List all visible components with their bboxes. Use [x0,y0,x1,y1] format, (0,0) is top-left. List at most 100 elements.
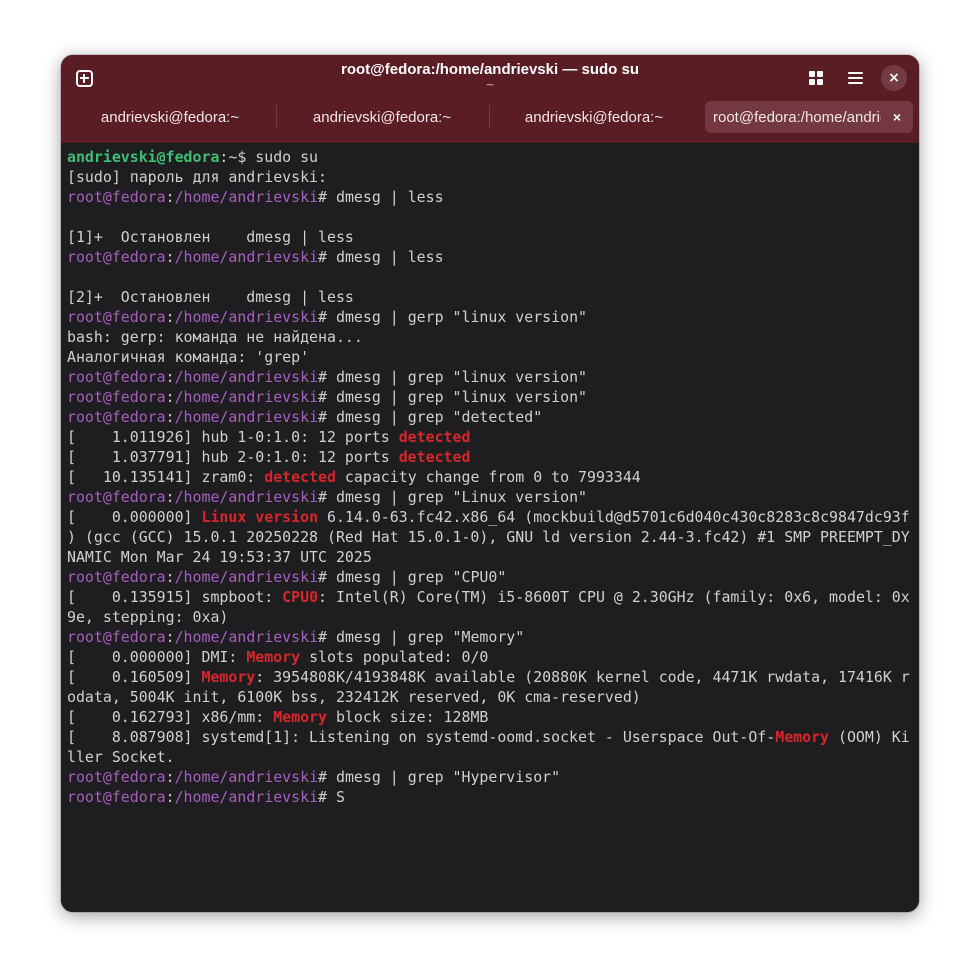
terminal-text-segment: ller Socket. [67,748,175,766]
terminal-text-segment: [ 0.160509] [67,668,202,686]
terminal-text-segment: : [165,568,175,586]
terminal-text-segment: /home/andrievski [174,188,319,206]
tab-andrievski-3[interactable]: andrievski@fedora:~ [491,101,697,133]
terminal-line: [ 0.162793] x86/mm: Memory block size: 1… [67,707,919,727]
terminal-text-segment: root@fedora [67,768,166,786]
terminal-text-segment: /home/andrievski [174,388,319,406]
terminal-text-segment: # dmesg | less [318,248,444,266]
new-tab-button[interactable] [68,62,100,94]
terminal-text-segment: : [165,788,175,806]
terminal-line: [ 0.000000] Linux version 6.14.0-63.fc42… [67,507,919,527]
terminal-text-segment: detected [264,468,336,486]
terminal-text-segment: [ 10.135141] zram0: [67,468,265,486]
terminal-text-segment: : 3954808K/4193848K available (20880K ke… [255,668,910,686]
terminal-text-segment: bash: gerp: команда не найдена... [67,328,363,346]
terminal-text-segment: [ 8.087908] systemd[1]: Listening on sys… [67,728,776,746]
terminal-line: ) (gcc (GCC) 15.0.1 20250228 (Red Hat 15… [67,527,919,547]
terminal-text-segment: /home/andrievski [174,408,319,426]
terminal-text-segment: # dmesg | less [318,188,444,206]
main-menu-button[interactable] [839,62,871,94]
terminal-text-segment: root@fedora [67,488,166,506]
terminal-line: andrievski@fedora:~$ sudo su [67,147,919,167]
terminal-line: odata, 5004K init, 6100K bss, 232412K re… [67,687,919,707]
terminal-text-segment: NAMIC Mon Mar 24 19:53:37 UTC 2025 [67,548,372,566]
terminal-text-segment: andrievski@fedora [67,148,220,166]
terminal-line: root@fedora:/home/andrievski# dmesg | gr… [67,387,919,407]
terminal-text-segment: /home/andrievski [174,368,319,386]
new-tab-icon [75,69,93,87]
terminal-text-segment: : [165,408,175,426]
terminal-text-segment: capacity change from 0 to 7993344 [335,468,641,486]
terminal-text-segment: detected [398,428,471,446]
terminal-text-segment: : Intel(R) Core(TM) i5-8600T CPU @ 2.30G… [318,588,910,606]
terminal-text-segment: /home/andrievski [174,628,319,646]
terminal-line: [ 10.135141] zram0: detected capacity ch… [67,467,919,487]
terminal-text-segment: root@fedora [67,408,166,426]
terminal-text-segment: root@fedora [67,248,166,266]
terminal-text-segment: : [165,488,175,506]
tab-label: andrievski@fedora:~ [100,108,240,126]
tab-overview-button[interactable] [800,62,832,94]
terminal-text-segment: :~$ sudo su [219,148,319,166]
terminal-line: [2]+ Остановлен dmesg | less [67,287,919,307]
terminal-text-segment: 6.14.0-63.fc42.x86_64 (mockbuild@d5701c6… [318,508,910,526]
terminal-text-segment: block size: 128MB [327,708,489,726]
terminal-line: root@fedora:/home/andrievski# dmesg | gr… [67,567,919,587]
terminal-line: Аналогичная команда: 'grep' [67,347,919,367]
terminal-line: ller Socket. [67,747,919,767]
terminal-line: bash: gerp: команда не найдена... [67,327,919,347]
terminal-text-segment: /home/andrievski [174,488,319,506]
terminal-text-segment: [ 0.000000] DMI: [67,648,247,666]
terminal-text-segment: [ 0.135915] smpboot: [67,588,283,606]
terminal-line: root@fedora:/home/andrievski# dmesg | gr… [67,627,919,647]
terminal-line: root@fedora:/home/andrievski# dmesg | le… [67,247,919,267]
terminal-text-segment: (OOM) Ki [829,728,910,746]
terminal-text-segment: root@fedora [67,568,166,586]
terminal-text-segment: /home/andrievski [174,768,319,786]
tab-separator [276,105,277,129]
window-subtitle: ~ [485,78,495,91]
terminal-text-segment: slots populated: 0/0 [300,648,489,666]
terminal-text-segment: Аналогичная команда: 'grep' [67,348,310,366]
tab-andrievski-1[interactable]: andrievski@fedora:~ [67,101,273,133]
terminal-line: [ 8.087908] systemd[1]: Listening on sys… [67,727,919,747]
close-icon: × [888,70,900,86]
terminal-line: [ 0.135915] smpboot: CPU0: Intel(R) Core… [67,587,919,607]
terminal-text-segment: # dmesg | grep "CPU0" [318,568,507,586]
headerbar: root@fedora:/home/andrievski — sudo su ~… [61,55,919,143]
window-title: root@fedora:/home/andrievski — sudo su [340,61,639,78]
terminal-text-segment: # dmesg | grep "Linux version" [318,488,587,506]
terminal-text-segment: detected [398,448,471,466]
terminal-text-segment: # dmesg | grep "Memory" [318,628,525,646]
terminal-text-segment: ) (gcc (GCC) 15.0.1 20250228 (Red Hat 15… [67,528,910,546]
terminal-text-segment: root@fedora [67,188,166,206]
window-title-area: root@fedora:/home/andrievski — sudo su ~ [221,61,759,91]
tab-close-icon[interactable]: × [889,109,905,125]
terminal-text-segment: /home/andrievski [174,308,319,326]
tab-label: root@fedora:/home/andrievski — sudo su [713,108,881,126]
tab-root-active[interactable]: root@fedora:/home/andrievski — sudo su × [705,101,913,133]
terminal-output[interactable]: andrievski@fedora:~$ sudo su [sudo] парол… [61,143,919,912]
terminal-text-segment: [sudo] пароль для andrievski: [67,168,327,186]
terminal-text-segment: : [165,308,175,326]
terminal-line: [ 0.000000] DMI: Memory slots populated:… [67,647,919,667]
terminal-text-segment: odata, 5004K init, 6100K bss, 232412K re… [67,688,641,706]
terminal-text-segment: : [165,188,175,206]
terminal-text-segment: /home/andrievski [174,248,319,266]
terminal-line: [1]+ Остановлен dmesg | less [67,227,919,247]
terminal-line: root@fedora:/home/andrievski# dmesg | le… [67,187,919,207]
terminal-text-segment: # dmesg | grep "detected" [318,408,543,426]
terminal-line: [ 1.037791] hub 2-0:1.0: 12 ports detect… [67,447,919,467]
terminal-line: root@fedora:/home/andrievski# S [67,787,919,807]
terminal-line: root@fedora:/home/andrievski# dmesg | gr… [67,367,919,387]
window-close-button[interactable]: × [881,65,907,91]
terminal-text-segment: # dmesg | grep "Hypervisor" [318,768,561,786]
terminal-text-segment: [ 0.000000] [67,508,202,526]
terminal-text-segment: CPU0 [282,588,319,606]
tab-andrievski-2[interactable]: andrievski@fedora:~ [279,101,485,133]
terminal-text-segment: [ 1.037791] hub 2-0:1.0: 12 ports [67,448,399,466]
terminal-text-segment: Memory [246,648,301,666]
tab-label: andrievski@fedora:~ [524,108,664,126]
